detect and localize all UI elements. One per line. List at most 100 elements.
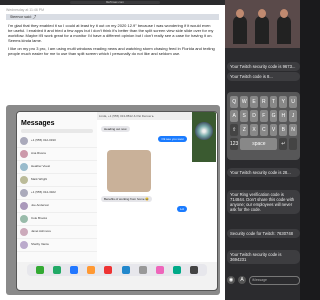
contact-name: Joe Anderson bbox=[31, 204, 50, 208]
quote-header[interactable]: Steervor said: ⤴ bbox=[6, 14, 219, 20]
post-paragraph: I like on my pro 3 pro, I am using multi… bbox=[8, 46, 215, 56]
forum-window: Wednesday at 11:46 PM Steervor said: ⤴ I… bbox=[0, 5, 225, 300]
contact-name: Shelby Vanta bbox=[31, 243, 49, 247]
key[interactable]: T bbox=[269, 96, 278, 108]
message-bubble: Ok see you soon bbox=[158, 136, 187, 142]
space-key[interactable]: space bbox=[240, 138, 278, 150]
messages-title: Messages bbox=[21, 120, 55, 127]
phone-app-icon[interactable] bbox=[35, 266, 44, 274]
list-item[interactable]: +1 (555) 014-3322 bbox=[17, 187, 97, 200]
message-bubble: Your Twitch security code is 3694231 bbox=[227, 250, 300, 264]
key[interactable]: X bbox=[250, 124, 258, 136]
key[interactable]: C bbox=[259, 124, 268, 136]
dismiss-keyboard-key[interactable] bbox=[289, 138, 297, 150]
settings-app-icon[interactable] bbox=[138, 266, 147, 274]
message-bubble: Your Ring verification code is 714844. D… bbox=[227, 190, 300, 214]
avatar bbox=[20, 137, 28, 145]
key[interactable]: S bbox=[240, 110, 249, 122]
person-figure bbox=[255, 16, 269, 44]
person-figure bbox=[233, 16, 247, 44]
key[interactable]: D bbox=[250, 110, 258, 122]
maps-app-icon[interactable] bbox=[173, 266, 182, 274]
contact-name: Ana Rivera bbox=[31, 152, 46, 156]
ipad-screen: Messages +1 (555) 012-0190 Ana Rivera He… bbox=[16, 111, 218, 291]
list-item[interactable]: Mark Wright bbox=[17, 174, 97, 187]
message-bubble: Heading out now bbox=[101, 126, 130, 132]
contact-name: Mark Wright bbox=[31, 178, 48, 182]
messages-search-field[interactable] bbox=[21, 129, 93, 133]
list-item[interactable]: Ana Rivera bbox=[17, 148, 97, 161]
post-timestamp: Wednesday at 11:46 PM bbox=[6, 8, 45, 12]
contact-name: +1 (555) 012-0190 bbox=[31, 139, 56, 143]
avatar bbox=[20, 189, 28, 197]
shift-key[interactable]: ⇧ bbox=[230, 124, 239, 136]
chat-view: Linda, +1 (555) 013-8812 & Pat Denver ▸ … bbox=[97, 112, 217, 262]
key[interactable]: R bbox=[259, 96, 268, 108]
person-face bbox=[236, 9, 244, 18]
music-app-icon[interactable] bbox=[155, 266, 164, 274]
message-bubble: Security code for Twitch: 7630748 bbox=[227, 229, 300, 238]
message-input[interactable]: iMessage bbox=[249, 275, 300, 285]
avatar bbox=[20, 228, 28, 236]
list-item[interactable]: Heather Vuest bbox=[17, 161, 97, 174]
person-figure bbox=[277, 16, 291, 44]
list-item[interactable]: Janet Ashmore bbox=[17, 226, 97, 239]
avatar bbox=[20, 241, 28, 249]
onscreen-keyboard: Q W E R T Y U A S D F G H J ⇧ Z X C V B … bbox=[227, 92, 300, 160]
key[interactable]: G bbox=[269, 110, 278, 122]
conversation-list: +1 (555) 012-0190 Ana Rivera Heather Vue… bbox=[17, 135, 97, 252]
list-item[interactable]: +1 (555) 012-0190 bbox=[17, 135, 97, 148]
mail-app-icon[interactable] bbox=[69, 266, 78, 274]
key[interactable]: J bbox=[289, 110, 297, 122]
numbers-key[interactable]: 123 bbox=[230, 138, 239, 150]
weather-radar-video[interactable] bbox=[192, 112, 216, 162]
key[interactable]: A bbox=[230, 110, 239, 122]
message-bubble: Your Twitch security code is 9673... bbox=[227, 62, 300, 71]
key[interactable]: N bbox=[289, 124, 297, 136]
contact-name: Heather Vuest bbox=[31, 165, 51, 169]
app-library-icon[interactable] bbox=[190, 266, 199, 274]
message-bubble: Your Twitch security code is 28... bbox=[227, 168, 300, 177]
return-key[interactable]: ↵ bbox=[279, 138, 288, 150]
video-feed[interactable] bbox=[225, 0, 300, 48]
avatar bbox=[20, 202, 28, 210]
photos-app-icon[interactable] bbox=[87, 266, 96, 274]
key[interactable]: V bbox=[269, 124, 278, 136]
cat-photo[interactable] bbox=[107, 150, 151, 192]
key[interactable]: Q bbox=[230, 96, 239, 108]
key[interactable]: Z bbox=[240, 124, 249, 136]
avatar bbox=[20, 150, 28, 158]
message-bubble: Your Twitch code is 8... bbox=[227, 72, 300, 81]
hurricane-image bbox=[195, 122, 213, 140]
embedded-screenshot[interactable]: Messages +1 (555) 012-0190 Ana Rivera He… bbox=[6, 105, 220, 295]
app-store-icon[interactable]: A bbox=[238, 276, 246, 284]
message-bubble: Benefits of working from home 😂 bbox=[101, 196, 153, 202]
camera-icon[interactable]: ◉ bbox=[227, 276, 235, 284]
post-body: I'm glad that they enabled it so I could… bbox=[8, 23, 216, 59]
avatar bbox=[20, 215, 28, 223]
contact-name: Cole Brooks bbox=[31, 217, 48, 221]
post-paragraph: I'm glad that they enabled it so I could… bbox=[8, 23, 214, 43]
dock bbox=[27, 264, 207, 276]
person-face bbox=[280, 9, 288, 18]
list-item[interactable]: Cole Brooks bbox=[17, 213, 97, 226]
messages-app-icon[interactable] bbox=[52, 266, 61, 274]
key[interactable]: U bbox=[289, 96, 297, 108]
safari-app-icon[interactable] bbox=[121, 266, 130, 274]
calendar-app-icon[interactable] bbox=[104, 266, 113, 274]
key[interactable]: Y bbox=[279, 96, 288, 108]
composer-bar: ◉ A iMessage bbox=[227, 275, 300, 285]
list-item[interactable]: Joe Anderson bbox=[17, 200, 97, 213]
key[interactable]: B bbox=[279, 124, 288, 136]
url-bar[interactable]: 9to5mac.com bbox=[70, 1, 160, 4]
message-bubble: Lol bbox=[176, 206, 187, 212]
messages-slide-over: Your Twitch security code is 9673... You… bbox=[225, 0, 300, 300]
key[interactable]: H bbox=[279, 110, 288, 122]
list-item[interactable]: Shelby Vanta bbox=[17, 239, 97, 252]
avatar bbox=[20, 163, 28, 171]
contact-name: Janet Ashmore bbox=[31, 230, 52, 234]
key[interactable]: W bbox=[240, 96, 249, 108]
key[interactable]: E bbox=[250, 96, 258, 108]
messages-sidebar: Messages +1 (555) 012-0190 Ana Rivera He… bbox=[17, 112, 98, 262]
key[interactable]: F bbox=[259, 110, 268, 122]
